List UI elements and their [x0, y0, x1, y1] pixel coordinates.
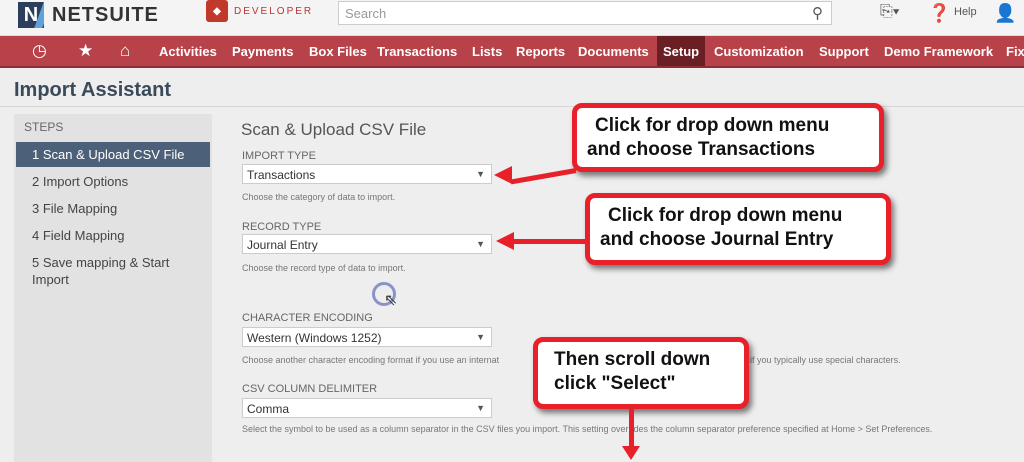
recent-icon[interactable]: ◷ — [32, 41, 47, 61]
recent-records-icon[interactable]: ⎘▾ — [880, 3, 900, 21]
user-avatar-icon[interactable]: 👤 — [994, 3, 1016, 24]
developer-badge: ◆ DEVELOPER — [206, 0, 313, 22]
chevron-down-icon: ▼ — [476, 332, 485, 342]
steps-title: STEPS — [24, 120, 64, 134]
step-save-start-import[interactable]: 5 Save mapping & Start Import — [16, 250, 186, 292]
nav-lists[interactable]: Lists — [472, 44, 502, 59]
main-nav: ◷ ★ ⌂ Activities Payments Box Files Tran… — [0, 36, 1024, 68]
nav-demo-framework[interactable]: Demo Framework — [884, 44, 993, 59]
mouse-pointer-icon: ⇖ — [384, 292, 398, 309]
help-icon[interactable]: ❓ — [928, 3, 950, 24]
import-type-value: Transactions — [247, 168, 316, 182]
record-type-label: RECORD TYPE — [242, 221, 322, 233]
callout-scroll-select: Then scroll down click "Select" — [533, 337, 749, 409]
chevron-down-icon: ▼ — [476, 169, 485, 179]
netsuite-logo-text: NETSUITE — [52, 3, 159, 26]
encoding-value: Western (Windows 1252) — [247, 331, 382, 345]
record-type-value: Journal Entry — [247, 238, 318, 252]
arrow-head-icon — [494, 166, 512, 184]
arrow-line — [510, 168, 577, 185]
arrow-head-icon — [496, 232, 514, 250]
nav-customization[interactable]: Customization — [714, 44, 804, 59]
page-title: Import Assistant — [14, 79, 172, 101]
nav-activities[interactable]: Activities — [159, 44, 217, 59]
nav-documents[interactable]: Documents — [578, 44, 649, 59]
import-type-help: Choose the category of data to import. — [242, 192, 396, 202]
callout-record-type: Click for drop down menu and choose Jour… — [585, 193, 891, 265]
nav-support[interactable]: Support — [819, 44, 869, 59]
record-type-help: Choose the record type of data to import… — [242, 263, 406, 273]
step-field-mapping[interactable]: 4 Field Mapping — [16, 223, 210, 248]
callout-import-type: Click for drop down menu and choose Tran… — [572, 103, 884, 172]
callout-line: and choose Journal Entry — [600, 229, 834, 250]
step-scan-upload[interactable]: 1 Scan & Upload CSV File — [16, 142, 210, 167]
top-header: N NETSUITE ◆ DEVELOPER Search ⚲ ⎘▾ ❓ Hel… — [0, 0, 1024, 36]
import-type-label: IMPORT TYPE — [242, 150, 316, 162]
search-icon[interactable]: ⚲ — [812, 4, 823, 22]
delimiter-value: Comma — [247, 402, 290, 416]
encoding-label: CHARACTER ENCODING — [242, 312, 373, 324]
delimiter-select[interactable]: Comma ▼ — [242, 398, 492, 418]
delimiter-label: CSV COLUMN DELIMITER — [242, 383, 378, 395]
netsuite-logo-mark: N — [18, 2, 44, 28]
record-type-select[interactable]: Journal Entry ▼ — [242, 234, 492, 254]
nav-box-files[interactable]: Box Files — [309, 44, 367, 59]
encoding-select[interactable]: Western (Windows 1252) ▼ — [242, 327, 492, 347]
callout-line: Click for drop down menu — [595, 115, 830, 136]
developer-icon: ◆ — [206, 0, 228, 22]
chevron-down-icon: ▼ — [476, 239, 485, 249]
netsuite-logo[interactable]: N NETSUITE — [18, 2, 159, 28]
chevron-down-icon: ▼ — [476, 403, 485, 413]
search-input[interactable]: Search ⚲ — [338, 1, 832, 25]
developer-label: DEVELOPER — [234, 5, 314, 17]
arrow-head-icon — [622, 446, 640, 460]
nav-fix[interactable]: Fix — [1006, 44, 1024, 59]
callout-line: click "Select" — [554, 373, 676, 394]
step-import-options[interactable]: 2 Import Options — [16, 169, 210, 194]
encoding-help-left: Choose another character encoding format… — [242, 355, 500, 365]
delimiter-help: Select the symbol to be used as a column… — [242, 424, 933, 434]
search-placeholder: Search — [345, 6, 387, 21]
favorites-star-icon[interactable]: ★ — [78, 41, 93, 61]
nav-payments[interactable]: Payments — [232, 44, 293, 59]
import-type-select[interactable]: Transactions ▼ — [242, 164, 492, 184]
section-title: Scan & Upload CSV File — [241, 120, 427, 139]
callout-line: and choose Transactions — [587, 139, 816, 160]
steps-panel: STEPS 1 Scan & Upload CSV File 2 Import … — [14, 114, 212, 462]
nav-transactions[interactable]: Transactions — [377, 44, 457, 59]
home-icon[interactable]: ⌂ — [120, 41, 130, 61]
callout-line: Click for drop down menu — [608, 205, 843, 226]
help-link[interactable]: Help — [954, 6, 977, 18]
callout-line: Then scroll down — [554, 349, 711, 370]
step-file-mapping[interactable]: 3 File Mapping — [16, 196, 210, 221]
arrow-line — [629, 408, 634, 448]
arrow-line — [512, 239, 588, 244]
encoding-help-right: if you typically use special characters. — [750, 355, 901, 365]
nav-setup[interactable]: Setup — [657, 36, 706, 66]
nav-reports[interactable]: Reports — [516, 44, 565, 59]
